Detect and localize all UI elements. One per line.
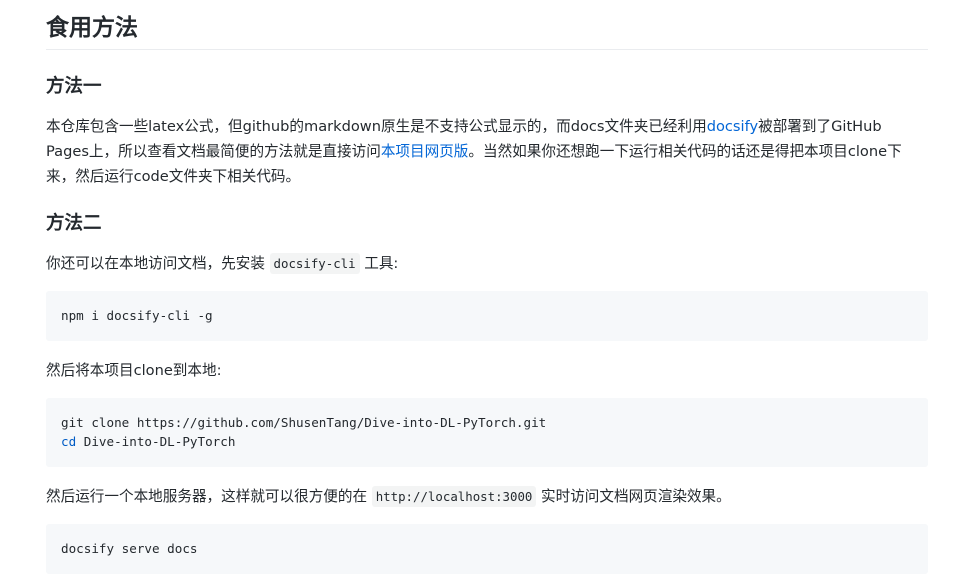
code-line-git-clone: git clone https://github.com/ShusenTang/… bbox=[61, 415, 547, 430]
method-1-paragraph: 本仓库包含一些latex公式，但github的markdown原生是不支持公式显… bbox=[46, 114, 928, 189]
code-line: docsify serve docs bbox=[61, 541, 198, 556]
inline-code-localhost-url: http://localhost:3000 bbox=[371, 486, 537, 507]
code-block-docsify-serve: docsify serve docs bbox=[46, 524, 928, 574]
serve-text-before: 然后运行一个本地服务器，这样就可以很方便的在 bbox=[46, 488, 372, 505]
docsify-link[interactable]: docsify bbox=[707, 118, 758, 135]
method-2-install-paragraph: 你还可以在本地访问文档，先安装 docsify-cli 工具: bbox=[46, 251, 928, 276]
page-title: 食用方法 bbox=[46, 10, 928, 50]
code-line-cd: cd Dive-into-DL-PyTorch bbox=[61, 432, 913, 451]
markdown-document: 食用方法 方法一 本仓库包含一些latex公式，但github的markdown… bbox=[0, 0, 974, 588]
section-heading-method-1: 方法一 bbox=[46, 76, 102, 97]
code-block-git-clone: git clone https://github.com/ShusenTang/… bbox=[46, 398, 928, 467]
code-line: npm i docsify-cli -g bbox=[61, 308, 213, 323]
project-website-link[interactable]: 本项目网页版 bbox=[381, 143, 469, 160]
code-keyword-cd: cd bbox=[61, 434, 77, 449]
code-cd-target: Dive-into-DL-PyTorch bbox=[76, 434, 236, 449]
method-1-text-part-1: 本仓库包含一些latex公式，但github的markdown原生是不支持公式显… bbox=[46, 118, 707, 135]
section-heading-method-2: 方法二 bbox=[46, 213, 102, 234]
serve-paragraph: 然后运行一个本地服务器，这样就可以很方便的在 http://localhost:… bbox=[46, 484, 928, 509]
serve-text-after: 实时访问文档网页渲染效果。 bbox=[536, 488, 731, 505]
install-text-after: 工具: bbox=[359, 255, 399, 272]
install-text-before: 你还可以在本地访问文档，先安装 bbox=[46, 255, 270, 272]
clone-paragraph: 然后将本项目clone到本地: bbox=[46, 362, 222, 379]
inline-code-docsify-cli: docsify-cli bbox=[269, 253, 360, 274]
code-block-npm-install: npm i docsify-cli -g bbox=[46, 291, 928, 341]
